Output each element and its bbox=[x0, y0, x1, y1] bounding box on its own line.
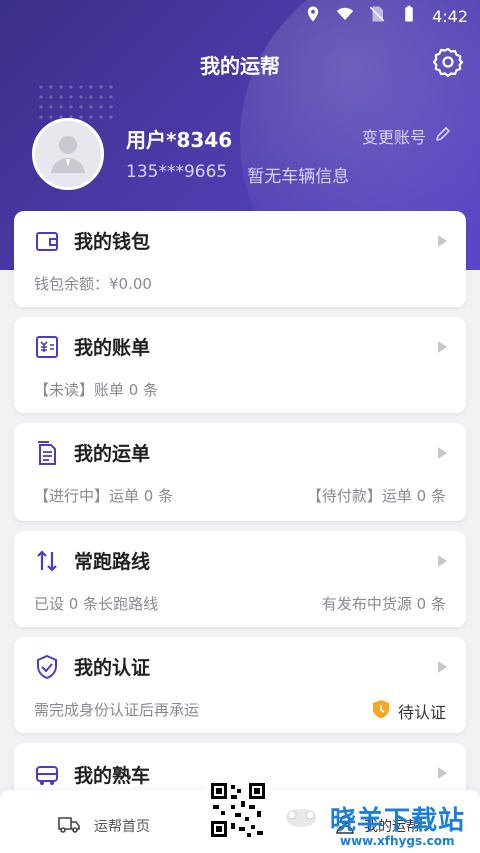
familiar-vehicle-title: 我的熟车 bbox=[74, 765, 151, 787]
settings-button[interactable] bbox=[432, 46, 464, 78]
user-silhouette-icon bbox=[43, 127, 93, 181]
certification-hint: 需完成身份认证后再承运 bbox=[34, 701, 200, 719]
watermark-url: www.xfhygs.com bbox=[340, 834, 455, 848]
pencil-icon bbox=[434, 125, 452, 147]
waybill-title: 我的运单 bbox=[74, 443, 151, 465]
bill-unread: 【未读】账单 0 条 bbox=[34, 381, 159, 399]
vehicle-info: 暂无车辆信息 bbox=[247, 167, 350, 187]
routes-count: 已设 0 条长跑路线 bbox=[34, 595, 159, 613]
chevron-right-icon bbox=[436, 659, 448, 673]
bill-card[interactable]: 我的账单 【未读】账单 0 条 bbox=[14, 317, 466, 413]
wallet-icon bbox=[34, 228, 60, 254]
location-icon bbox=[304, 5, 322, 27]
waybill-pending-payment: 【待付款】运单 0 条 bbox=[306, 487, 446, 505]
certification-status-label: 待认证 bbox=[397, 703, 446, 722]
truck-icon bbox=[58, 814, 80, 838]
wallet-title: 我的钱包 bbox=[74, 231, 151, 253]
bill-icon bbox=[34, 334, 60, 360]
no-sim-icon bbox=[368, 5, 386, 27]
chevron-right-icon bbox=[436, 765, 448, 779]
change-account-button[interactable]: 变更账号 bbox=[362, 124, 452, 148]
chevron-right-icon bbox=[436, 339, 448, 353]
vehicle-icon bbox=[34, 762, 60, 788]
nav-home-tab[interactable]: 运帮首页 bbox=[58, 814, 150, 838]
document-icon bbox=[34, 440, 60, 466]
wallet-balance: 钱包余额：¥0.00 bbox=[34, 275, 152, 293]
qr-code-image bbox=[206, 778, 270, 842]
user-info: 135***9665 暂无车辆信息 bbox=[126, 162, 349, 187]
user-name: 用户*8346 bbox=[126, 128, 233, 152]
battery-icon bbox=[400, 5, 418, 27]
waybill-card[interactable]: 我的运单 【进行中】运单 0 条 【待付款】运单 0 条 bbox=[14, 423, 466, 521]
decorative-dots bbox=[36, 82, 116, 122]
shield-check-icon bbox=[34, 654, 60, 680]
certification-status: 待认证 bbox=[372, 699, 446, 723]
certification-title: 我的认证 bbox=[74, 657, 151, 679]
chevron-right-icon bbox=[436, 445, 448, 459]
change-account-label: 变更账号 bbox=[361, 128, 426, 147]
wifi-icon bbox=[336, 5, 354, 27]
routes-title: 常跑路线 bbox=[74, 551, 151, 573]
gear-icon bbox=[432, 47, 464, 82]
routes-card[interactable]: 常跑路线 已设 0 条长跑路线 有发布中货源 0 条 bbox=[14, 531, 466, 627]
waybill-in-progress: 【进行中】运单 0 条 bbox=[34, 487, 174, 505]
chevron-right-icon bbox=[436, 553, 448, 567]
status-bar: 4:42 bbox=[0, 0, 480, 32]
chevron-right-icon bbox=[436, 233, 448, 247]
bill-title: 我的账单 bbox=[74, 337, 151, 359]
routes-published-cargo: 有发布中货源 0 条 bbox=[321, 595, 446, 613]
route-arrows-icon bbox=[34, 548, 60, 574]
avatar[interactable] bbox=[32, 118, 104, 190]
certification-card[interactable]: 我的认证 需完成身份认证后再承运 待认证 bbox=[14, 637, 466, 733]
sheep-logo-icon bbox=[282, 804, 320, 830]
status-time: 4:42 bbox=[432, 6, 468, 26]
nav-home-label: 运帮首页 bbox=[94, 819, 150, 835]
page-title: 我的运帮 bbox=[200, 54, 280, 78]
watermark-text: 晓羊下载站 bbox=[330, 806, 466, 836]
wallet-card[interactable]: 我的钱包 钱包余额：¥0.00 bbox=[14, 211, 466, 307]
pending-shield-icon bbox=[372, 699, 390, 723]
user-phone: 135***9665 bbox=[126, 162, 228, 182]
